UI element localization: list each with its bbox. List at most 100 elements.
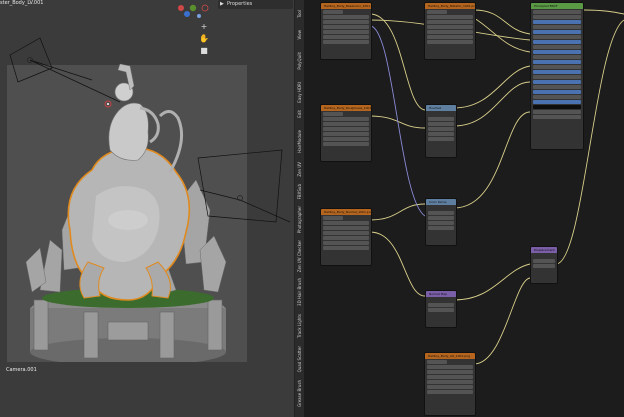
node-header: Hellboy_Body_BaseColor_1001.png	[321, 3, 371, 9]
param-row[interactable]	[428, 137, 454, 141]
param-row[interactable]	[323, 117, 369, 121]
param-row[interactable]	[428, 117, 454, 121]
node-principled-bsdf[interactable]: Principled BSDF	[530, 2, 584, 150]
properties-icon: ▶	[220, 1, 224, 7]
3d-viewport[interactable]: ster_Body_LV.001 Camera.001 + ✋ ■ ▶ Prop…	[0, 0, 294, 417]
param-slider[interactable]	[533, 80, 581, 84]
camera-guide-lines	[9, 37, 291, 223]
param-row[interactable]	[323, 20, 369, 24]
param-row[interactable]	[427, 15, 473, 19]
param-row[interactable]	[323, 30, 369, 34]
param-slider[interactable]	[533, 40, 581, 44]
param-row[interactable]	[533, 25, 581, 29]
param-row[interactable]	[323, 221, 369, 225]
param-row[interactable]	[428, 226, 454, 230]
param-slider[interactable]	[533, 50, 581, 54]
param-slider[interactable]	[533, 100, 581, 104]
node-texture-roughness[interactable]: Hellboy_Body_Roughness_1001.png	[320, 104, 372, 162]
param-row[interactable]	[323, 122, 369, 126]
param-row[interactable]	[533, 55, 581, 59]
param-row[interactable]	[427, 20, 473, 24]
param-row[interactable]	[533, 75, 581, 79]
param-row[interactable]	[428, 303, 454, 307]
navigation-gizmo[interactable]	[176, 1, 216, 23]
node-header: Hue/Sat	[426, 105, 456, 111]
node-normal-map[interactable]: Normal Map	[425, 290, 457, 328]
node-texture-ao[interactable]: Hellboy_Body_AO_1001.png	[424, 352, 476, 416]
param-row[interactable]	[427, 365, 473, 369]
param-row[interactable]	[323, 137, 369, 141]
node-hue-sat[interactable]: Hue/Sat	[425, 104, 457, 158]
camera-name-label: Camera.001	[6, 367, 37, 373]
param-row[interactable]	[323, 226, 369, 230]
param-row[interactable]	[427, 390, 473, 394]
hand-icon[interactable]: ✋	[198, 34, 210, 44]
param-row[interactable]	[323, 241, 369, 245]
param-row[interactable]	[427, 385, 473, 389]
param-row[interactable]	[428, 216, 454, 220]
param-row[interactable]	[533, 10, 581, 14]
param-row[interactable]	[323, 127, 369, 131]
param-row[interactable]	[427, 30, 473, 34]
param-row[interactable]	[323, 40, 369, 44]
image-field[interactable]	[323, 112, 343, 116]
param-row[interactable]	[533, 95, 581, 99]
param-color[interactable]	[533, 105, 581, 109]
image-field[interactable]	[427, 10, 447, 14]
node-displacement[interactable]: Displacement	[530, 246, 558, 284]
image-field[interactable]	[323, 216, 343, 220]
socket-row	[428, 298, 454, 302]
param-row[interactable]	[427, 380, 473, 384]
node-texture-normal[interactable]: Hellboy_Body_Normal_1001.png	[320, 208, 372, 266]
param-row[interactable]	[533, 264, 555, 268]
image-field[interactable]	[427, 360, 447, 364]
node-header: Hellboy_Body_Roughness_1001.png	[321, 105, 371, 111]
param-row[interactable]	[323, 246, 369, 250]
param-slider[interactable]	[533, 70, 581, 74]
param-row[interactable]	[323, 35, 369, 39]
param-row[interactable]	[323, 132, 369, 136]
socket-row	[428, 112, 454, 116]
param-row[interactable]	[533, 45, 581, 49]
cursor-icon[interactable]: +	[198, 22, 210, 32]
param-row[interactable]	[428, 221, 454, 225]
param-row[interactable]	[427, 375, 473, 379]
param-row[interactable]	[428, 308, 454, 312]
param-row[interactable]	[533, 65, 581, 69]
socket-row	[428, 206, 454, 210]
param-slider[interactable]	[533, 60, 581, 64]
param-row[interactable]	[427, 25, 473, 29]
image-field[interactable]	[323, 10, 343, 14]
param-row[interactable]	[533, 35, 581, 39]
param-row[interactable]	[533, 110, 581, 114]
param-row[interactable]	[323, 231, 369, 235]
param-row[interactable]	[427, 40, 473, 44]
param-row[interactable]	[428, 132, 454, 136]
param-row[interactable]	[323, 15, 369, 19]
node-header: Hellboy_Body_AO_1001.png	[425, 353, 475, 359]
param-slider[interactable]	[533, 30, 581, 34]
param-slider[interactable]	[533, 90, 581, 94]
param-row[interactable]	[533, 15, 581, 19]
node-header: Displacement	[531, 247, 557, 253]
shader-node-editor[interactable]: Hellboy_Body_BaseColor_1001.png Hellboy_…	[304, 0, 624, 417]
param-row[interactable]	[427, 370, 473, 374]
param-row[interactable]	[428, 211, 454, 215]
param-row[interactable]	[533, 259, 555, 263]
node-texture-metallic[interactable]: Hellboy_Body_Metallic_1001.png	[424, 2, 476, 60]
properties-header[interactable]: ▶ Properties	[218, 0, 293, 9]
param-row[interactable]	[323, 142, 369, 146]
param-row[interactable]	[323, 25, 369, 29]
param-row[interactable]	[427, 35, 473, 39]
object-name-label: ster_Body_LV.001	[0, 0, 44, 6]
camera-view-icon[interactable]: ■	[198, 46, 210, 56]
node-header: Color Ramp	[426, 199, 456, 205]
param-row[interactable]	[533, 115, 581, 119]
param-slider[interactable]	[533, 20, 581, 24]
node-color-ramp[interactable]: Color Ramp	[425, 198, 457, 246]
param-row[interactable]	[533, 85, 581, 89]
node-texture-basecolor[interactable]: Hellboy_Body_BaseColor_1001.png	[320, 2, 372, 60]
param-row[interactable]	[428, 127, 454, 131]
param-row[interactable]	[323, 236, 369, 240]
param-row[interactable]	[428, 122, 454, 126]
